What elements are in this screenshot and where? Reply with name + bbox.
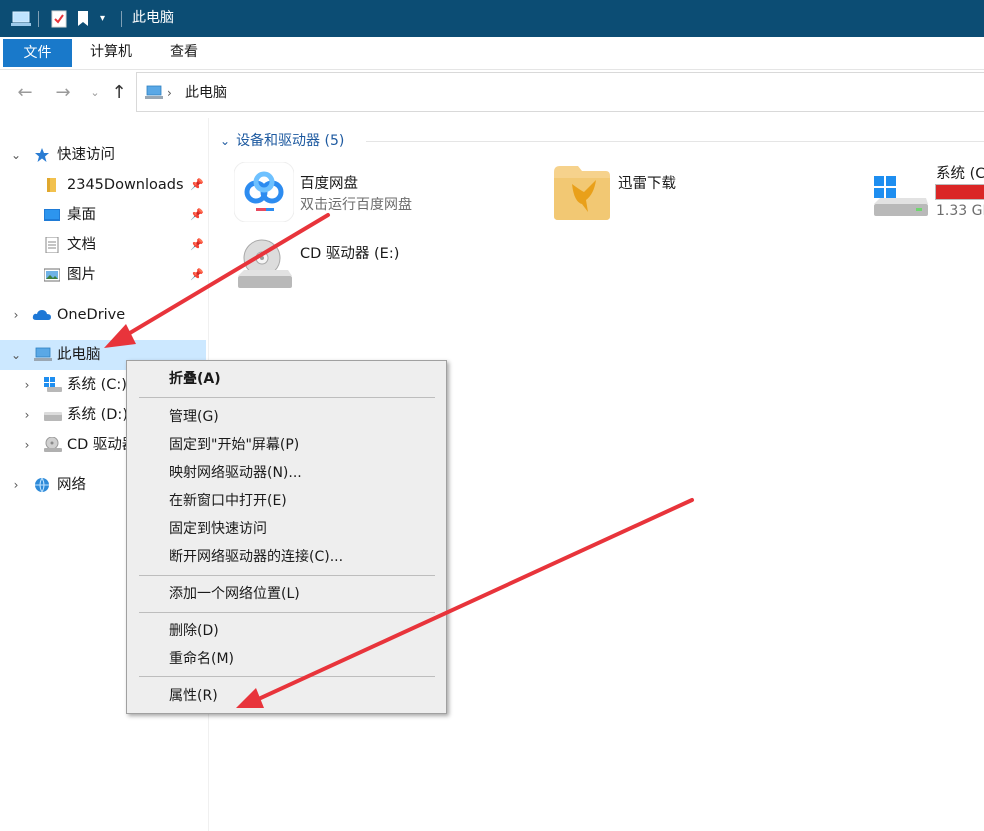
address-path[interactable]: 此电脑 — [185, 73, 227, 113]
tile-xunlei-download[interactable]: 迅雷下载 — [550, 160, 850, 226]
window-title: 此电脑 — [132, 10, 174, 26]
context-menu: 折叠(A) 管理(G) 固定到"开始"屏幕(P) 映射网络驱动器(N)... 在… — [126, 360, 447, 714]
star-icon — [35, 148, 49, 162]
tile-name: 迅雷下载 — [618, 176, 676, 192]
customize-toolbar-icon[interactable]: ▾ — [100, 0, 105, 37]
sidebar-item-desktop[interactable]: 桌面 📌 — [0, 200, 208, 230]
title-bar: ▾ 此电脑 — [0, 0, 984, 37]
sidebar-item-quick-access[interactable]: ⌄ 快速访问 — [0, 140, 208, 170]
chevron-down-icon[interactable]: ⌄ — [9, 340, 23, 370]
chevron-right-icon[interactable]: › — [20, 400, 34, 430]
properties-icon[interactable] — [50, 10, 68, 28]
menu-separator — [139, 397, 435, 398]
menu-item-properties[interactable]: 属性(R) — [169, 683, 218, 709]
ribbon: 文件 计算机 查看 — [0, 37, 984, 70]
computer-icon[interactable] — [10, 10, 32, 28]
menu-item-pin-to-start[interactable]: 固定到"开始"屏幕(P) — [169, 432, 299, 458]
tile-name: 系统 (C — [936, 166, 984, 182]
tab-computer[interactable]: 计算机 — [80, 37, 142, 67]
menu-separator — [139, 676, 435, 677]
capacity-bar — [935, 184, 984, 200]
sidebar-item-label: 图片 — [67, 267, 96, 283]
chevron-down-icon[interactable]: ⌄ — [220, 134, 230, 148]
windows-drive-icon — [44, 377, 62, 392]
windows-drive-icon — [874, 176, 928, 216]
chevron-down-icon[interactable]: ⌄ — [9, 140, 23, 170]
chevron-right-icon[interactable]: › — [9, 470, 23, 500]
document-icon — [45, 237, 59, 253]
computer-icon — [145, 85, 163, 99]
menu-item-collapse[interactable]: 折叠(A) — [169, 366, 221, 392]
tile-name: CD 驱动器 (E:) — [300, 246, 400, 262]
pin-icon[interactable]: 📌 — [190, 200, 204, 230]
menu-item-manage[interactable]: 管理(G) — [169, 404, 219, 430]
sidebar-item-label: 桌面 — [67, 207, 96, 223]
new-folder-icon[interactable] — [76, 10, 90, 28]
menu-item-delete[interactable]: 删除(D) — [169, 618, 219, 644]
cloud-icon — [32, 310, 51, 320]
sidebar-item-pictures[interactable]: 图片 📌 — [0, 260, 208, 290]
address-bar[interactable]: › 此电脑 — [136, 72, 984, 112]
pin-icon[interactable]: 📌 — [190, 260, 204, 290]
menu-item-rename[interactable]: 重命名(M) — [169, 646, 234, 672]
pin-icon[interactable]: 📌 — [190, 230, 204, 260]
sidebar-item-label: 文档 — [67, 237, 96, 253]
menu-item-disconnect-network-drive[interactable]: 断开网络驱动器的连接(C)... — [169, 544, 343, 570]
menu-item-add-network-location[interactable]: 添加一个网络位置(L) — [169, 581, 300, 607]
group-header-devices[interactable]: ⌄ 设备和驱动器 (5) — [220, 126, 344, 156]
network-icon — [35, 477, 49, 493]
pin-icon[interactable]: 📌 — [190, 170, 204, 200]
tile-cd-drive[interactable]: CD 驱动器 (E:) — [232, 232, 532, 294]
sidebar-item-label: 快速访问 — [57, 147, 115, 163]
tile-name: 百度网盘 — [300, 176, 358, 192]
tab-file[interactable]: 文件 — [3, 39, 72, 67]
sidebar-item-label: 此电脑 — [57, 347, 101, 363]
folder-icon — [47, 178, 56, 192]
sidebar-item-documents[interactable]: 文档 📌 — [0, 230, 208, 260]
forward-arrow-icon[interactable]: → — [50, 80, 76, 106]
recent-locations-icon[interactable]: ⌄ — [82, 80, 108, 106]
sidebar-item-label: 系统 (C:) — [67, 377, 127, 393]
chevron-right-icon[interactable]: › — [20, 370, 34, 400]
sidebar-item-2345downloads[interactable]: 2345Downloads 📌 — [0, 170, 208, 200]
chevron-right-icon[interactable]: › — [20, 430, 34, 460]
menu-separator — [139, 575, 435, 576]
tile-subtitle: 1.33 GB — [936, 203, 984, 219]
group-divider — [366, 141, 984, 142]
tab-view[interactable]: 查看 — [160, 37, 208, 67]
sidebar-item-label: 网络 — [57, 477, 86, 493]
breadcrumb-separator-icon[interactable]: › — [167, 73, 172, 113]
cd-drive-icon — [44, 437, 62, 452]
quick-access-toolbar — [10, 0, 32, 37]
up-arrow-icon[interactable]: ↑ — [106, 80, 132, 106]
desktop-icon — [44, 209, 60, 221]
tile-subtitle: 双击运行百度网盘 — [300, 197, 412, 213]
tile-system-c[interactable]: 系统 (C 1.33 GB — [868, 160, 984, 226]
group-title: 设备和驱动器 (5) — [236, 133, 345, 149]
menu-separator — [139, 612, 435, 613]
baidu-netdisk-icon — [234, 162, 294, 222]
divider — [121, 11, 122, 27]
menu-item-map-network-drive[interactable]: 映射网络驱动器(N)... — [169, 460, 302, 486]
menu-item-open-new-window[interactable]: 在新窗口中打开(E) — [169, 488, 287, 514]
hard-drive-icon — [44, 412, 62, 421]
tile-baidu-netdisk[interactable]: 百度网盘 双击运行百度网盘 — [232, 160, 532, 226]
pictures-icon — [44, 268, 60, 282]
cd-drive-icon — [238, 239, 292, 288]
menu-item-pin-quick-access[interactable]: 固定到快速访问 — [169, 516, 267, 542]
sidebar-item-label: 2345Downloads — [67, 177, 184, 193]
divider — [38, 11, 39, 27]
capacity-bar-fill — [936, 185, 984, 199]
xunlei-folder-icon — [554, 166, 610, 220]
back-arrow-icon[interactable]: ← — [12, 80, 38, 106]
sidebar-item-onedrive[interactable]: › OneDrive — [0, 300, 208, 330]
computer-icon — [34, 347, 52, 361]
sidebar-item-label: 系统 (D:) — [67, 407, 128, 423]
chevron-right-icon[interactable]: › — [9, 300, 23, 330]
sidebar-item-label: OneDrive — [57, 307, 126, 323]
